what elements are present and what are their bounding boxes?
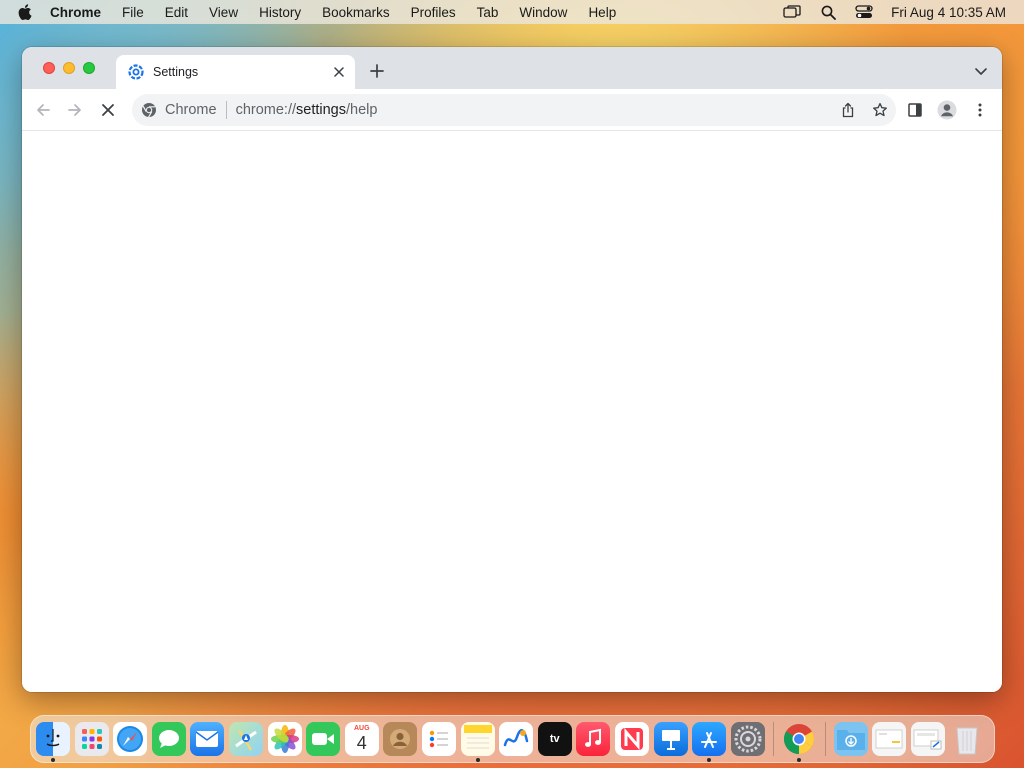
photos-icon[interactable] <box>267 722 302 756</box>
trash-icon[interactable] <box>950 722 984 756</box>
running-indicator <box>51 758 55 762</box>
notes-icon[interactable] <box>460 722 495 762</box>
control-center-icon[interactable] <box>855 4 873 20</box>
menu-bookmarks[interactable]: Bookmarks <box>322 5 390 20</box>
menu-profiles[interactable]: Profiles <box>411 5 456 20</box>
url-scheme: chrome:// <box>235 102 297 118</box>
site-chip-label[interactable]: Chrome <box>165 102 217 118</box>
url-text[interactable]: chrome://settings/help <box>236 102 378 118</box>
menu-help[interactable]: Help <box>588 5 616 20</box>
address-bar[interactable]: Chrome chrome://settings/help <box>132 94 896 126</box>
tab-settings[interactable]: Settings <box>116 55 355 89</box>
menu-window[interactable]: Window <box>519 5 567 20</box>
menu-tab[interactable]: Tab <box>477 5 499 20</box>
reminders-icon[interactable] <box>421 722 456 756</box>
news-icon[interactable] <box>614 722 649 756</box>
freeform-icon[interactable] <box>499 722 534 756</box>
menu-file[interactable]: File <box>122 5 144 20</box>
running-indicator <box>797 758 802 762</box>
calendar-month: AUG <box>353 725 370 732</box>
url-host: settings <box>296 102 346 118</box>
tab-close-icon[interactable] <box>331 64 347 80</box>
messages-icon[interactable] <box>151 722 186 756</box>
dock-divider <box>824 722 826 756</box>
dock: AUG 4 tv <box>30 715 995 763</box>
share-icon[interactable] <box>832 94 864 126</box>
menu-view[interactable]: View <box>209 5 238 20</box>
screen-mirroring-icon[interactable] <box>783 4 801 20</box>
profile-avatar-icon[interactable] <box>937 100 957 120</box>
new-tab-button[interactable] <box>368 62 386 80</box>
window-minimize-button[interactable] <box>63 62 75 74</box>
running-indicator <box>475 758 480 762</box>
window-maximize-button[interactable] <box>83 62 95 74</box>
document-stack-icon[interactable] <box>872 722 907 756</box>
tv-label: tv <box>549 733 560 745</box>
side-panel-icon[interactable] <box>905 100 925 120</box>
dock-divider <box>773 722 775 756</box>
screenshot-stack-icon[interactable] <box>911 722 946 756</box>
safari-icon[interactable] <box>113 722 148 756</box>
tab-strip: Settings <box>22 47 1002 89</box>
contacts-icon[interactable] <box>383 722 418 756</box>
menu-bar-status-area: Fri Aug 4 10:35 AM <box>783 0 1006 24</box>
menu-edit[interactable]: Edit <box>165 5 188 20</box>
calendar-icon[interactable]: AUG 4 <box>344 722 379 756</box>
chrome-window: Settings Chrome chrome://settings/help <box>22 47 1002 692</box>
menu-history[interactable]: History <box>259 5 301 20</box>
menu-bar: Chrome File Edit View History Bookmarks … <box>0 0 1024 24</box>
app-store-icon[interactable] <box>692 722 727 762</box>
browser-toolbar: Chrome chrome://settings/help <box>22 89 1002 131</box>
apple-menu-icon[interactable] <box>18 3 36 21</box>
menu-bar-clock[interactable]: Fri Aug 4 10:35 AM <box>891 5 1006 20</box>
page-content-area <box>22 132 1002 692</box>
forward-arrow-icon[interactable] <box>65 100 85 120</box>
tab-title: Settings <box>153 65 199 79</box>
tab-search-chevron-down-icon[interactable] <box>974 64 988 75</box>
address-bar-divider <box>225 101 227 119</box>
keynote-icon[interactable] <box>653 722 688 756</box>
back-arrow-icon[interactable] <box>33 100 53 120</box>
chrome-icon[interactable] <box>782 722 816 762</box>
spotlight-search-icon[interactable] <box>819 4 837 20</box>
tv-icon[interactable]: tv <box>537 722 572 756</box>
menu-app-name[interactable]: Chrome <box>50 5 101 20</box>
running-indicator <box>707 758 712 762</box>
more-menu-icon[interactable] <box>970 100 990 120</box>
downloads-folder-icon[interactable] <box>833 722 868 756</box>
chrome-settings-icon <box>128 64 144 80</box>
bookmark-star-icon[interactable] <box>864 94 896 126</box>
stop-loading-icon[interactable] <box>98 100 118 120</box>
calendar-day: 4 <box>356 733 367 753</box>
chrome-logo-icon <box>141 102 157 118</box>
music-icon[interactable] <box>576 722 611 756</box>
mail-icon[interactable] <box>190 722 225 756</box>
maps-icon[interactable] <box>228 722 263 756</box>
system-settings-icon[interactable] <box>730 722 765 756</box>
facetime-icon[interactable] <box>306 722 341 756</box>
finder-icon[interactable] <box>36 722 70 762</box>
window-close-button[interactable] <box>43 62 55 74</box>
launchpad-icon[interactable] <box>74 722 109 756</box>
address-bar-actions <box>832 94 896 126</box>
url-path: /help <box>346 102 378 118</box>
